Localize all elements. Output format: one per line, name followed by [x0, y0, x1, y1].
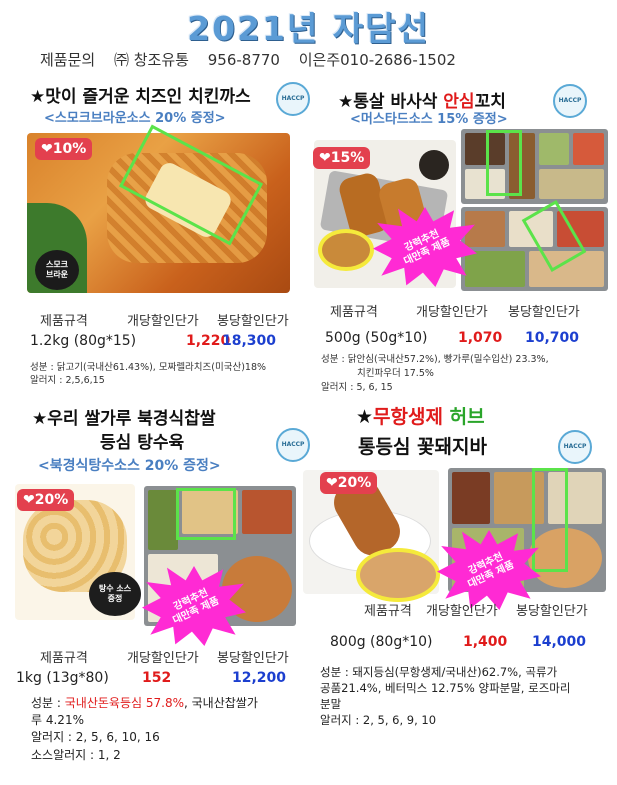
ingredients-cont: 치킨파우더 17.5% — [357, 368, 434, 379]
ingredients-cont: 루 4.21% — [31, 713, 84, 727]
product-spec: 1kg (13g*80) — [16, 670, 109, 686]
spec-header: 제품규격 — [40, 314, 88, 329]
discount-badge: ❤15% — [313, 147, 371, 169]
company-phone: 956-8770 — [207, 51, 280, 69]
ingredients: 성분 : 닭고기(국내산61.43%), 모짜렐라치즈(미국산)18% — [30, 362, 267, 373]
box-price: 14,000 — [532, 634, 587, 650]
product-4-title-line2: 통등심 꽃돼지바 — [358, 436, 487, 458]
company-name: ㈜ 창조유통 — [113, 51, 189, 69]
box-price-header: 봉당할인단가 — [217, 314, 289, 329]
product-spec: 800g (80g*10) — [330, 634, 433, 650]
unit-price-header: 개당할인단가 — [416, 305, 488, 320]
sauce-cup — [419, 150, 449, 180]
allergens: 알러지 : 5, 6, 15 — [321, 382, 393, 393]
spec-header: 제품규격 — [40, 651, 88, 666]
discount-badge: ❤20% — [17, 489, 75, 511]
product-spec: 500g (50g*10) — [325, 330, 428, 346]
highlight-circle — [356, 548, 440, 602]
box-price: 10,700 — [525, 330, 580, 346]
spec-header: 제품규격 — [330, 305, 378, 320]
allergens: 알러지 : 2, 5, 6, 10, 16 — [31, 730, 160, 744]
product-4-title: ★무항생제 허브 — [356, 406, 485, 428]
ingredients: 성분 : 돼지등심(무항생제/국내산)62.7%, 곡류가 — [320, 665, 558, 679]
unit-price-header: 개당할인단가 — [127, 651, 199, 666]
highlight-box — [176, 488, 236, 540]
product-3-subtitle: <북경식탕수소스 20% 증정> — [38, 458, 221, 474]
allergens: 알러지 : 2, 5, 6, 9, 10 — [320, 713, 437, 727]
haccp-badge-icon: HACCP — [276, 82, 310, 116]
sauce-bowl: 탕수 소스 증정 — [89, 572, 141, 616]
ingredients-cont: 공품21.4%, 베터믹스 12.75% 양파분말, 로즈마리 — [320, 681, 571, 695]
product-2-subtitle: <머스타드소스 15% 증정> — [350, 112, 508, 127]
highlight-box — [486, 130, 522, 196]
contact-label: 제품문의 — [40, 51, 96, 69]
unit-price: 1,400 — [463, 634, 508, 650]
haccp-badge-icon: HACCP — [558, 430, 592, 464]
haccp-badge-icon: HACCP — [276, 428, 310, 462]
product-3-title-line2: 등심 탕수육 — [100, 433, 185, 453]
page-title: 2021년 자담선 — [187, 9, 430, 48]
spec-header: 제품규격 — [364, 604, 412, 619]
unit-price-header: 개당할인단가 — [426, 604, 498, 619]
ingredients: 성분 : 닭안심(국내산57.2%), 빵가루(밀수입산) 23.3%, — [321, 354, 549, 365]
product-1-title: ★맛이 즐거운 치즈인 치킨까스 — [30, 87, 251, 107]
product-spec: 1.2kg (80g*15) — [30, 333, 137, 349]
box-price: 18,300 — [222, 333, 277, 349]
ingredients: 성분 : 국내산돈육등심 57.8%, 국내산찹쌀가 — [31, 696, 258, 710]
highlight-box — [532, 468, 568, 572]
ingredients-cont-2: 분말 — [320, 697, 342, 711]
box-price: 12,200 — [232, 670, 287, 686]
contact-person: 이은주010-2686-1502 — [298, 51, 456, 69]
allergens: 알러지 : 2,5,6,15 — [30, 375, 105, 386]
discount-badge: ❤20% — [320, 472, 378, 494]
product-3-title: ★우리 쌀가루 북경식찹쌀 — [32, 409, 216, 429]
box-price-header: 봉당할인단가 — [217, 651, 289, 666]
contact-info: 제품문의 ㈜ 창조유통 956-8770 이은주010-2686-1502 — [40, 49, 470, 70]
discount-badge: ❤10% — [35, 138, 93, 160]
box-price-header: 봉당할인단가 — [516, 604, 588, 619]
sauce-bowl: 스모크 브라운 — [35, 250, 79, 290]
box-price-header: 봉당할인단가 — [508, 305, 580, 320]
unit-price: 1,070 — [458, 330, 503, 346]
sauce-allergens: 소스알러지 : 1, 2 — [31, 748, 121, 762]
haccp-badge-icon: HACCP — [553, 84, 587, 118]
product-1-subtitle: <스모크브라운소스 20% 증정> — [44, 111, 226, 126]
meal-tray-photo-1 — [461, 129, 608, 204]
unit-price-header: 개당할인단가 — [127, 314, 199, 329]
unit-price: 152 — [142, 670, 172, 686]
highlight-circle — [318, 229, 374, 271]
